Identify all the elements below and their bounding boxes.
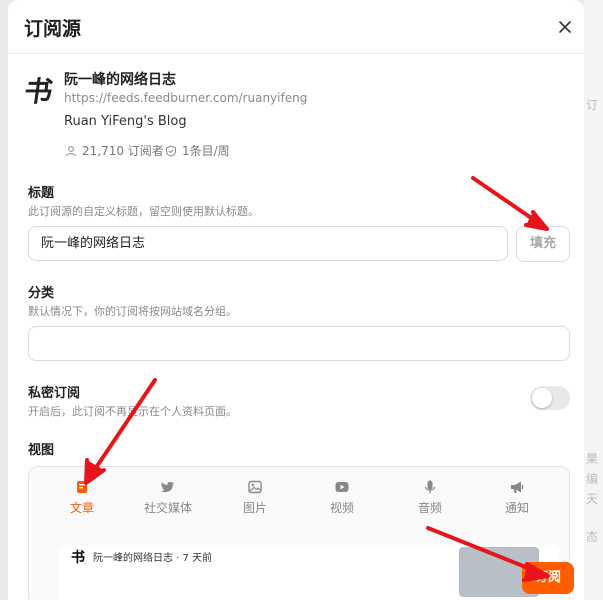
- background-text: 订: [586, 98, 599, 112]
- dialog-header: 订阅源: [8, 0, 584, 54]
- image-icon: [248, 480, 262, 494]
- shield-check-icon: [166, 144, 176, 157]
- background-text: 编: [586, 472, 599, 486]
- tab-label: 音频: [417, 501, 442, 515]
- title-input[interactable]: 阮一峰的网络日志: [28, 226, 508, 261]
- tab-image[interactable]: 图片: [220, 479, 290, 523]
- tab-notification[interactable]: 通知: [482, 479, 552, 523]
- update-frequency-text: 1条目/周: [182, 144, 230, 158]
- view-preview: 书 阮一峰的网络日志 · 7 天前: [59, 545, 559, 600]
- category-input[interactable]: [28, 326, 570, 361]
- feed-name: 阮一峰的网络日志: [64, 72, 176, 88]
- microphone-icon: [424, 480, 436, 494]
- user-icon: [66, 145, 76, 156]
- update-frequency: 1条目/周: [165, 142, 230, 159]
- subscriber-count-text: 21,710 订阅者: [82, 144, 164, 158]
- fill-button[interactable]: 填充: [516, 226, 570, 262]
- private-toggle[interactable]: [530, 386, 570, 410]
- video-icon: [335, 482, 349, 492]
- tab-article[interactable]: 文章: [47, 479, 117, 523]
- subscribe-dialog: 订阅源 书 阮一峰的网络日志 https://feeds.feedburner.…: [8, 0, 584, 600]
- background-text: 果: [586, 452, 599, 466]
- feed-logo: 书: [22, 75, 55, 108]
- megaphone-icon: [511, 481, 524, 493]
- tab-video[interactable]: 视频: [307, 479, 377, 523]
- background-text: 天: [586, 492, 599, 506]
- tab-label: 视频: [329, 501, 354, 515]
- tab-label: 社交媒体: [143, 501, 192, 515]
- tab-social[interactable]: 社交媒体: [133, 479, 203, 523]
- title-label: 标题: [28, 186, 55, 201]
- tab-label: 通知: [504, 501, 529, 515]
- title-help: 此订阅源的自定义标题，留空则使用默认标题。: [28, 205, 259, 218]
- private-label: 私密订阅: [28, 386, 81, 401]
- article-icon: [77, 481, 87, 493]
- feed-description: Ruan YiFeng's Blog: [64, 114, 187, 129]
- preview-entry-title: 阮一峰的网络日志 · 7 天前: [93, 553, 213, 564]
- category-help: 默认情况下，你的订阅将按网站域名分组。: [28, 305, 237, 318]
- background-page: 订 果 编 天 态: [584, 0, 603, 600]
- feed-url: https://feeds.feedburner.com/ruanyifeng: [64, 91, 308, 105]
- category-label: 分类: [28, 286, 55, 301]
- dialog-title: 订阅源: [24, 18, 82, 40]
- view-selector: 文章 社交媒体 图片 视频 音频 通知 书 阮一峰的网络日志 · 7 天前: [28, 466, 570, 600]
- private-help: 开启后，此订阅不再显示在个人资料页面。: [28, 405, 237, 418]
- preview-feed-logo: 书: [71, 550, 85, 566]
- tab-label: 图片: [242, 501, 267, 515]
- subscribe-button[interactable]: 订阅: [522, 562, 574, 594]
- view-label: 视图: [28, 443, 55, 458]
- twitter-icon: [160, 481, 174, 493]
- close-icon: [559, 21, 571, 33]
- subscriber-count: 21,710 订阅者: [65, 142, 164, 159]
- background-text: 态: [586, 530, 599, 544]
- tab-label: 文章: [69, 501, 94, 515]
- tab-audio[interactable]: 音频: [395, 479, 465, 523]
- toggle-knob: [532, 388, 552, 408]
- close-button[interactable]: [554, 16, 576, 38]
